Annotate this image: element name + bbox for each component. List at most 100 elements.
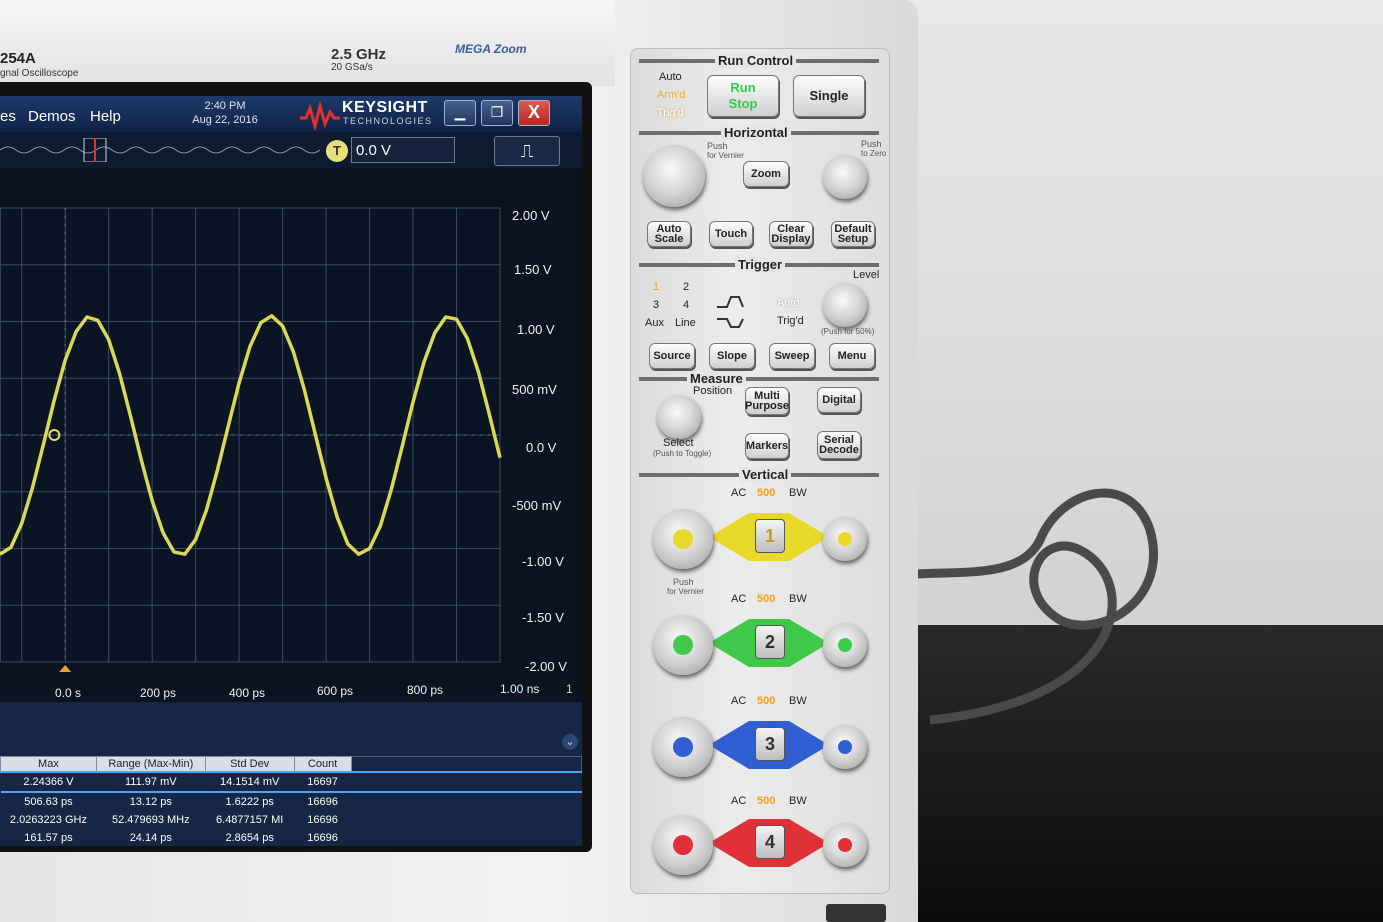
ch4-button[interactable]: 4: [755, 825, 785, 859]
y-tick-label: 1.00 V: [517, 322, 555, 337]
horizontal-position-knob[interactable]: [823, 155, 867, 199]
oscilloscope-screen: es Demos Help 2:40 PM Aug 22, 2016 KEYSI…: [0, 96, 582, 846]
table-cell: 506.63 ps: [24, 796, 73, 808]
push-label: Push: [861, 139, 882, 149]
x-tick-label: 200 ps: [140, 686, 177, 700]
slope-label: Slope: [717, 350, 747, 362]
ch3-position-knob[interactable]: [823, 725, 867, 769]
table-cell: 161.57 ps: [24, 832, 73, 844]
serial-decode-button[interactable]: Serial Decode: [817, 431, 861, 459]
trigger-level-knob[interactable]: [823, 283, 867, 327]
multi-purpose-button[interactable]: Multi Purpose: [745, 387, 789, 415]
table-cell: 1.6222 ps: [225, 796, 274, 808]
waveform-graph[interactable]: [0, 96, 582, 702]
vertical-title: Vertical: [739, 467, 792, 482]
x-tick-label: 0.0 s: [55, 686, 82, 700]
sweep-label: Sweep: [774, 350, 810, 362]
table-cell-empty: [351, 829, 581, 846]
default-setup-button[interactable]: Default Setup: [831, 221, 875, 247]
ch4-scale-knob[interactable]: [653, 815, 713, 875]
serial-decode-label: Serial Decode: [819, 434, 859, 456]
digital-label: Digital: [822, 394, 856, 406]
touch-label: Touch: [714, 228, 748, 240]
slope-button[interactable]: Slope: [709, 343, 755, 369]
table-cell: 2.8654 ps: [225, 832, 274, 844]
touch-button[interactable]: Touch: [709, 221, 753, 247]
instrument-header: 254A gnal Oscilloscope 2.5 GHz 20 GSa/s …: [0, 0, 615, 86]
push-toggle-label: (Push to Toggle): [653, 449, 712, 458]
table-cell: 111.97 mV: [96, 771, 206, 793]
clear-display-button[interactable]: Clear Display: [769, 221, 813, 247]
bw-label: BW: [789, 695, 807, 707]
multi-purpose-label: Multi Purpose: [745, 390, 790, 412]
bw-limit-indicator: 500: [757, 487, 776, 499]
ch2-scale-knob[interactable]: [653, 615, 713, 675]
trigger-source-2: 2: [683, 281, 690, 293]
source-label: Source: [653, 350, 691, 362]
x-tick-label: 800 ps: [407, 683, 444, 697]
ch3-position-dot: [838, 740, 852, 754]
single-label: Single: [809, 88, 849, 103]
x-tick-label: 600 ps: [317, 684, 354, 698]
table-row[interactable]: 2.24366 V 111.97 mV 14.1514 mV 16697: [0, 771, 582, 793]
column-header: Std Dev: [204, 756, 295, 773]
auto-scale-button[interactable]: Auto Scale: [647, 221, 691, 247]
single-button[interactable]: Single: [793, 75, 865, 117]
ch1-position-knob[interactable]: [823, 517, 867, 561]
table-cell: 6.4877157 MI: [216, 814, 284, 826]
ch3-scale-knob[interactable]: [653, 717, 713, 777]
trigger-menu-button[interactable]: Menu: [829, 343, 875, 369]
y-tick-label: -2.00 V: [525, 659, 567, 674]
menu-label: Menu: [837, 350, 867, 362]
table-cell: 2.0263223 GHz: [9, 814, 87, 826]
run-stop-button[interactable]: Run Stop: [707, 75, 779, 117]
sweep-button[interactable]: Sweep: [769, 343, 815, 369]
table-cell-empty: [351, 771, 582, 793]
ch2-color-dot: [673, 635, 693, 655]
ch1-color-dot: [673, 529, 693, 549]
aux-label: Aux: [645, 317, 664, 329]
time-reference-marker: [59, 665, 72, 672]
zoom-label: Zoom: [751, 168, 781, 180]
digital-button[interactable]: Digital: [817, 387, 861, 413]
zoom-button[interactable]: Zoom: [743, 161, 789, 187]
bw-label: BW: [789, 795, 807, 807]
bw-label: BW: [789, 593, 807, 605]
source-button[interactable]: Source: [649, 343, 695, 369]
channel-indicator: 1: [566, 682, 573, 696]
ch2-position-knob[interactable]: [823, 623, 867, 667]
table-row[interactable]: 161.57 ps 24.14 ps 2.8654 ps 16696: [1, 829, 582, 846]
ch2-button[interactable]: 2: [755, 625, 785, 659]
markers-button[interactable]: Markers: [745, 433, 789, 459]
table-cell: 16696: [307, 832, 338, 844]
ch4-position-knob[interactable]: [823, 823, 867, 867]
ch4-position-dot: [838, 838, 852, 852]
ch1-scale-knob[interactable]: [653, 509, 713, 569]
ch2-label: 2: [764, 632, 775, 652]
y-tick-label: -1.50 V: [522, 610, 564, 625]
horizontal-scale-knob[interactable]: [643, 145, 705, 207]
auto-indicator: Auto: [659, 71, 682, 83]
line-label: Line: [675, 317, 696, 329]
model-subtitle: gnal Oscilloscope: [0, 68, 79, 79]
trigger-source-3: 3: [653, 299, 660, 311]
trigger-title: Trigger: [735, 257, 786, 272]
ch3-label: 3: [764, 734, 775, 754]
table-cell: 14.1514 mV: [205, 771, 295, 793]
y-tick-label: 2.00 V: [512, 208, 550, 223]
y-tick-label: 500 mV: [512, 382, 557, 397]
table-row[interactable]: 506.63 ps 13.12 ps 1.6222 ps 16696: [1, 792, 582, 811]
ch1-button[interactable]: 1: [755, 519, 785, 553]
clear-display-label: Clear Display: [771, 223, 811, 245]
collapse-chevron-icon[interactable]: ⌄: [562, 734, 578, 750]
ch4-label: 4: [764, 832, 775, 852]
ch3-button[interactable]: 3: [755, 727, 785, 761]
table-cell: 16697: [294, 771, 352, 793]
table-row[interactable]: 2.0263223 GHz 52.479693 MHz 6.4877157 MI…: [1, 811, 582, 829]
default-setup-label: Default Setup: [834, 223, 872, 245]
measure-position-knob[interactable]: [657, 395, 701, 439]
x-tick-label: 1.00 ns: [500, 682, 540, 696]
trigd-indicator: Trig'd: [657, 107, 684, 119]
level-label: Level: [853, 269, 880, 281]
bw-label: BW: [789, 487, 807, 499]
